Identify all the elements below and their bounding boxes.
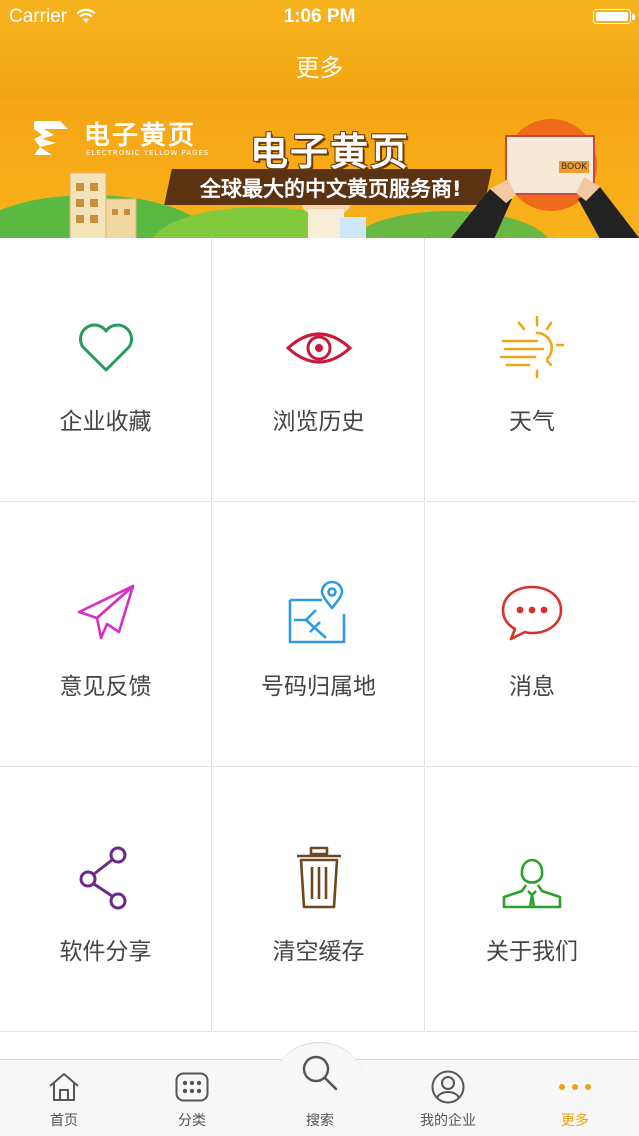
trash-icon [296,846,341,909]
grid-item-label: 天气 [509,409,555,435]
tab-label: 分类 [178,1113,206,1129]
person-icon [502,858,562,909]
map-pin-icon [288,580,345,644]
grid-dots-icon [175,1072,209,1102]
grid-item-share[interactable]: 软件分享 [0,768,212,1032]
hands-graphic [450,177,639,238]
tab-home[interactable]: 首页 [0,1063,128,1136]
battery-icon [593,9,635,24]
grid-item-weather[interactable]: 天气 [426,238,638,502]
logo-icon [34,121,68,155]
tab-label: 更多 [561,1113,589,1129]
status-time: 1:06 PM [283,6,356,27]
grid-item-label: 号码归属地 [261,674,376,700]
eye-icon [285,332,352,364]
page-title: 更多 [295,54,344,82]
grid-item-label: 消息 [509,674,555,700]
banner-headline: 电子黄页 [250,130,411,174]
grid-item-feedback[interactable]: 意见反馈 [0,503,212,767]
share-icon [79,846,126,910]
grid-item-label: 企业收藏 [59,409,152,435]
grid-item-label: 清空缓存 [272,939,365,965]
paper-plane-icon [77,584,134,640]
banner-slogan: 全球最大的中文黄页服务商! [200,177,462,201]
tab-search[interactable]: 搜索 [256,1055,384,1136]
logo-subtitle: ELECTRONIC YELLOW PAGES [86,149,210,157]
more-dots-icon [559,1084,591,1090]
weather-icon [499,315,565,379]
tab-more[interactable]: 更多 [511,1063,639,1136]
promo-banner[interactable]: 电子黄页 ELECTRONIC YELLOW PAGES 电子黄页 全球最大的中… [0,99,639,238]
tab-my-company[interactable]: 我的企业 [384,1063,512,1136]
grid-item-label: 软件分享 [59,939,152,965]
logo-text: 电子黄页 [84,121,197,151]
chat-bubble-icon [501,585,563,641]
user-circle-icon [431,1070,465,1104]
tab-label: 搜索 [306,1113,334,1129]
tab-label: 我的企业 [420,1113,476,1129]
top-bar: Carrier 1:06 PM 更多 [0,0,639,99]
grid-item-label: 意见反馈 [59,674,152,700]
grid-item-favorites[interactable]: 企业收藏 [0,238,212,502]
search-icon [302,1055,338,1091]
grid-item-label: 浏览历史 [272,409,365,435]
grid-item-number-lookup[interactable]: 号码归属地 [213,503,425,767]
tab-label: 首页 [50,1113,78,1129]
grid-item-label: 关于我们 [486,939,578,965]
status-bar: Carrier 1:06 PM [0,0,639,34]
home-icon [49,1073,79,1101]
grid-item-history[interactable]: 浏览历史 [213,238,425,502]
grid-item-messages[interactable]: 消息 [426,503,638,767]
heart-icon [78,323,133,372]
building-graphic [69,172,137,238]
grid-item-clear-cache[interactable]: 清空缓存 [213,768,425,1032]
tab-categories[interactable]: 分类 [128,1063,256,1136]
grid-item-about-us[interactable]: 关于我们 [426,768,638,1032]
